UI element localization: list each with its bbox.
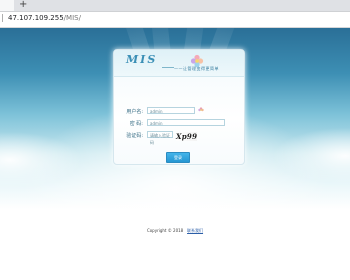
password-label: 密 码: [129, 121, 143, 127]
new-tab-button[interactable]: + [19, 0, 27, 10]
copyright-text: Copyright © 2018 [146, 228, 184, 233]
address-cursor-icon: | [1, 13, 4, 22]
username-input[interactable]: admin [147, 107, 195, 114]
brand-title: MIS [126, 53, 158, 66]
tagline: ——让管理变得更简单 [174, 66, 219, 71]
password-input[interactable]: admin [147, 119, 225, 126]
address-path: /MIS/ [63, 14, 81, 22]
captcha-input[interactable]: 请输入验证码 [147, 131, 173, 145]
browser-tab[interactable] [0, 0, 14, 11]
username-label: 用户名: [126, 109, 143, 115]
captcha-image[interactable]: Xp99 [176, 132, 198, 141]
login-panel-header: MIS ——让管理变得更简单 [114, 50, 244, 77]
login-button[interactable]: 登录 [166, 152, 190, 163]
contact-link[interactable]: 联系我们 [187, 228, 203, 233]
captcha-label: 验证码: [126, 133, 143, 139]
address-host: 47.107.109.255 [8, 14, 64, 22]
flower-hint-icon [198, 107, 204, 112]
address-text[interactable]: 47.107.109.255/MIS/ [8, 14, 81, 22]
browser-tab-strip: + [0, 0, 350, 12]
address-bar[interactable]: | 47.107.109.255/MIS/ [0, 12, 350, 28]
tagline-divider [162, 67, 174, 68]
footer: Copyright © 2018 联系我们 [0, 228, 350, 234]
